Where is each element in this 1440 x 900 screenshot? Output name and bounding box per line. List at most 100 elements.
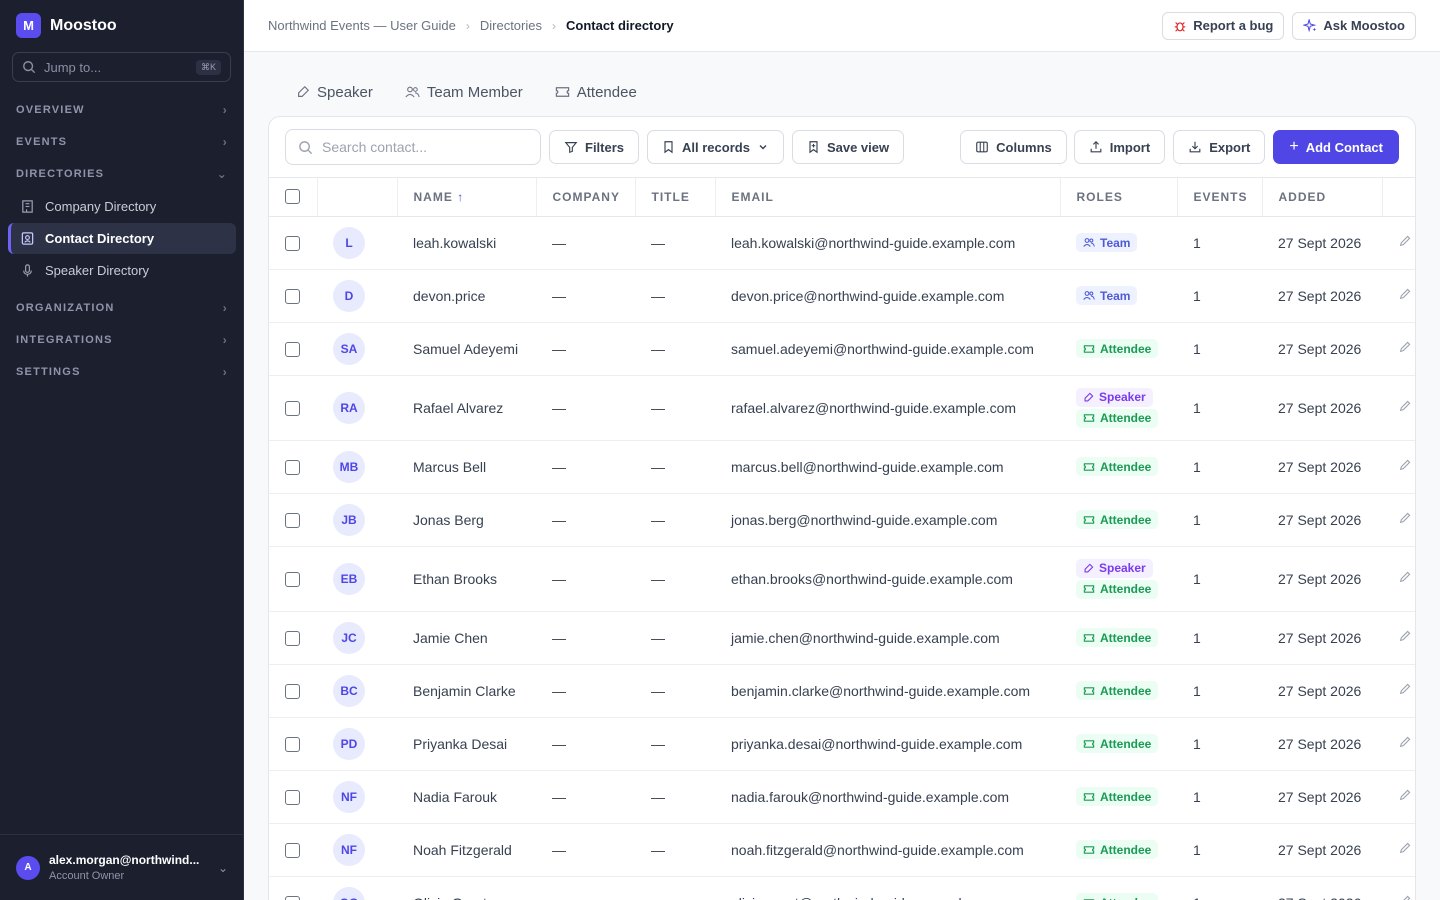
user-menu[interactable]: A alex.morgan@northwind... Account Owner… — [0, 834, 244, 900]
brand[interactable]: M Moostoo — [0, 0, 243, 51]
row-checkbox[interactable] — [285, 895, 300, 900]
ask-moostoo-button[interactable]: Ask Moostoo — [1292, 11, 1416, 40]
name-header[interactable]: NAME ↑ — [397, 178, 537, 217]
name-cell[interactable]: Jamie Chen — [397, 611, 536, 665]
table-row[interactable]: Ddevon.price — — devon.price@northwind-guid… — [269, 269, 1415, 323]
table-row[interactable]: SA Samuel Adeyemi — — samuel.adeyemi@northwi… — [269, 322, 1415, 376]
added-cell: 27 Sept 2026 — [1262, 216, 1382, 270]
edit-icon[interactable] — [1398, 458, 1412, 472]
breadcrumb-item[interactable]: Directories — [480, 18, 542, 33]
edit-icon[interactable] — [1398, 788, 1412, 802]
roles-header[interactable]: ROLES — [1060, 178, 1178, 217]
chevron-right-icon: › — [222, 333, 228, 347]
save-view-button[interactable]: Save view — [791, 130, 905, 164]
edit-icon[interactable] — [1398, 682, 1412, 696]
name-cell[interactable]: devon.price — [397, 269, 536, 323]
tab-team-member[interactable]: Team Member — [393, 75, 535, 109]
row-checkbox[interactable] — [285, 842, 300, 858]
row-checkbox[interactable] — [285, 789, 300, 805]
edit-icon[interactable] — [1398, 735, 1412, 749]
events-cell: 1 — [1177, 216, 1262, 270]
table-row[interactable]: EB Ethan Brooks — — ethan.brooks@northwind-g… — [269, 546, 1415, 612]
row-checkbox[interactable] — [285, 683, 300, 699]
added-header[interactable]: ADDED — [1262, 178, 1383, 217]
table-row[interactable]: Lleah.kowalski — — leah.kowalski@northwind-… — [269, 216, 1415, 270]
nav-section-directories[interactable]: DIRECTORIES ⌄ — [0, 158, 244, 190]
report-bug-button[interactable]: Report a bug — [1162, 11, 1285, 40]
table-row[interactable]: OGOlivia Grant——olivia.grant@northwind-g… — [269, 876, 1415, 900]
name-cell[interactable]: Jonas Berg — [397, 493, 536, 547]
row-checkbox[interactable] — [285, 736, 300, 752]
name-cell[interactable]: Samuel Adeyemi — [397, 322, 536, 376]
name-cell[interactable]: Ethan Brooks — [397, 546, 536, 612]
row-checkbox[interactable] — [285, 630, 300, 646]
table-row[interactable]: JC Jamie Chen — — jamie.chen@northwind-guide… — [269, 611, 1415, 665]
search-field[interactable] — [285, 129, 541, 165]
title-header[interactable]: TITLE — [635, 178, 716, 217]
row-checkbox[interactable] — [285, 288, 300, 304]
table-row[interactable]: RA Rafael Alvarez — — rafael.alvarez@northwi… — [269, 375, 1415, 441]
table-row[interactable]: NF Noah Fitzgerald — — noah.fitzgerald@north… — [269, 823, 1415, 877]
row-checkbox[interactable] — [285, 571, 300, 587]
name-cell[interactable]: Marcus Bell — [397, 440, 536, 494]
filters-button[interactable]: Filters — [549, 130, 640, 164]
row-checkbox[interactable] — [285, 235, 300, 251]
name-cell[interactable]: Noah Fitzgerald — [397, 823, 536, 877]
role-badge-attendee: Attendee — [1076, 840, 1159, 859]
name-cell[interactable]: Benjamin Clarke — [397, 664, 536, 718]
table-row[interactable]: PD Priyanka Desai — — priyanka.desai@northwi… — [269, 717, 1415, 771]
row-checkbox[interactable] — [285, 512, 300, 528]
edit-icon[interactable] — [1398, 340, 1412, 354]
edit-icon[interactable] — [1398, 629, 1412, 643]
sidebar-item-contact-directory[interactable]: Contact Directory — [8, 223, 236, 254]
row-checkbox[interactable] — [285, 400, 300, 416]
add-contact-label: Add Contact — [1305, 139, 1383, 155]
nav-section-integrations[interactable]: INTEGRATIONS › — [0, 324, 244, 356]
records-select[interactable]: All records — [647, 130, 784, 164]
name-cell[interactable]: leah.kowalski — [397, 216, 536, 270]
roles-cell: Team — [1060, 216, 1177, 270]
edit-icon[interactable] — [1398, 841, 1412, 855]
edit-icon[interactable] — [1398, 399, 1412, 413]
events-header[interactable]: EVENTS — [1177, 178, 1263, 217]
import-button[interactable]: Import — [1073, 130, 1166, 164]
edit-icon[interactable] — [1398, 570, 1412, 584]
nav-section-overview[interactable]: OVERVIEW › — [0, 94, 244, 126]
tab-speaker[interactable]: Speaker — [284, 75, 385, 109]
row-checkbox[interactable] — [285, 341, 300, 357]
search-input[interactable] — [322, 139, 522, 155]
export-button[interactable]: Export — [1173, 130, 1266, 164]
add-contact-button[interactable]: + Add Contact — [1273, 130, 1399, 164]
email-header[interactable]: EMAIL — [715, 178, 1061, 217]
edit-icon[interactable] — [1398, 894, 1412, 900]
columns-button[interactable]: Columns — [960, 130, 1067, 164]
sidebar-item-speaker-directory[interactable]: Speaker Directory — [8, 255, 236, 286]
table-row[interactable]: MB Marcus Bell — — marcus.bell@northwind-gui… — [269, 440, 1415, 494]
role-badge-team: Team — [1076, 286, 1138, 305]
row-select-cell — [269, 770, 317, 824]
edit-icon[interactable] — [1398, 287, 1412, 301]
name-cell[interactable]: Rafael Alvarez — [397, 375, 536, 441]
nav-section-events[interactable]: EVENTS › — [0, 126, 244, 158]
select-all-checkbox[interactable] — [285, 189, 300, 205]
tab-attendee[interactable]: Attendee — [543, 75, 649, 109]
name-cell[interactable]: Priyanka Desai — [397, 717, 536, 771]
roles-cell: Attendee — [1060, 440, 1177, 494]
row-checkbox[interactable] — [285, 459, 300, 475]
actions-cell — [1382, 546, 1415, 612]
table-row[interactable]: JB Jonas Berg — — jonas.berg@northwind-guide… — [269, 493, 1415, 547]
jump-to-search[interactable]: Jump to... ⌘K — [12, 52, 231, 82]
table-row[interactable]: NF Nadia Farouk — — nadia.farouk@northwind-g… — [269, 770, 1415, 824]
company-header[interactable]: COMPANY — [536, 178, 636, 217]
sidebar-item-company-directory[interactable]: Company Directory — [8, 191, 236, 222]
table-row[interactable]: BC Benjamin Clarke — — benjamin.clarke@north… — [269, 664, 1415, 718]
actions-cell — [1382, 375, 1415, 441]
edit-icon[interactable] — [1398, 234, 1412, 248]
name-cell[interactable]: Nadia Farouk — [397, 770, 536, 824]
nav-section-settings[interactable]: SETTINGS › — [0, 356, 244, 388]
role-badge-label: Attendee — [1100, 736, 1152, 751]
nav-section-organization[interactable]: ORGANIZATION › — [0, 292, 244, 324]
name-cell[interactable]: Olivia Grant — [397, 876, 536, 900]
breadcrumb-item[interactable]: Northwind Events — User Guide — [268, 18, 456, 33]
edit-icon[interactable] — [1398, 511, 1412, 525]
